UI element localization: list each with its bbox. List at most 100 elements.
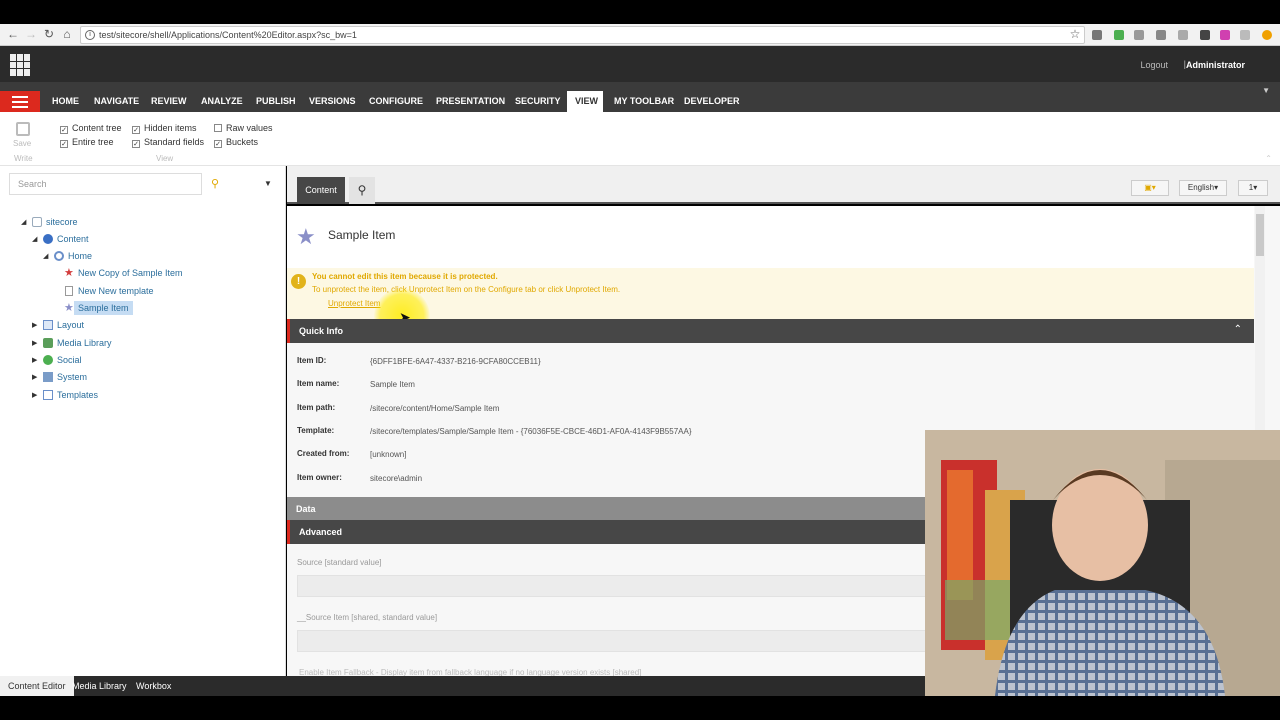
bookmark-star-icon[interactable]: ☆ <box>1068 27 1082 41</box>
extension-icon[interactable] <box>1200 30 1210 40</box>
tree-item-media-library[interactable]: Media Library <box>57 336 112 350</box>
reload-icon[interactable]: ↻ <box>42 27 56 41</box>
extension-icon[interactable] <box>1240 30 1250 40</box>
chevron-up-icon[interactable]: ⌃ <box>1234 324 1242 335</box>
tab-analyze[interactable]: ANALYZE <box>193 91 251 112</box>
save-icon[interactable] <box>16 122 30 136</box>
tab-workbox[interactable]: Workbox <box>128 676 179 696</box>
tab-review[interactable]: REVIEW <box>143 91 195 112</box>
item-path-value: /sitecore/content/Home/Sample Item <box>370 404 500 413</box>
checkbox-raw-values[interactable]: Raw values <box>214 123 273 134</box>
collapse-icon[interactable]: ◢ <box>32 235 37 243</box>
templates-icon <box>43 390 53 400</box>
sitecore-logo-icon[interactable] <box>10 54 32 76</box>
content-tree-pane <box>0 166 286 676</box>
field-label: Item name: <box>297 379 340 388</box>
tab-view[interactable]: VIEW <box>567 91 603 112</box>
expand-icon[interactable]: ▶ <box>32 356 37 364</box>
extension-icon[interactable] <box>1220 30 1230 40</box>
field-label: Template: <box>297 426 335 435</box>
section-quick-info[interactable]: Quick Info <box>287 319 1254 343</box>
unprotect-item-link[interactable]: Unprotect Item <box>328 299 380 308</box>
ribbon-dropdown-icon[interactable]: ▼ <box>1262 86 1270 95</box>
warning-title: You cannot edit this item because it is … <box>312 272 498 281</box>
checkbox-buckets[interactable]: ✓ Buckets <box>214 137 258 148</box>
tree-item-home[interactable]: Home <box>68 249 92 263</box>
search-tab-icon[interactable]: ⚲ <box>349 177 375 204</box>
checkbox-hidden-items[interactable]: ✓ Hidden items <box>132 123 197 134</box>
media-icon <box>43 338 53 348</box>
tree-item-social[interactable]: Social <box>57 353 82 367</box>
search-icon[interactable]: ⚲ <box>211 177 219 190</box>
view-group-label: View <box>156 154 174 163</box>
field-label: Source [standard value] <box>297 558 382 567</box>
star-icon: ★ <box>296 224 316 249</box>
tab-media-library[interactable]: Media Library <box>64 676 135 696</box>
language-dropdown[interactable]: English▾ <box>1179 180 1227 196</box>
search-input[interactable]: Search <box>9 173 202 195</box>
tab-configure[interactable]: CONFIGURE <box>361 91 431 112</box>
scrollbar-thumb[interactable] <box>1256 214 1264 256</box>
tab-security[interactable]: SECURITY <box>507 91 569 112</box>
tree-item-sample-item[interactable]: Sample Item <box>74 301 133 315</box>
search-dropdown-icon[interactable]: ▼ <box>264 179 272 188</box>
expand-icon[interactable]: ▶ <box>32 373 37 381</box>
tree-item-sitecore[interactable]: sitecore <box>46 215 78 229</box>
tree-item-new-copy[interactable]: New Copy of Sample Item <box>78 266 183 280</box>
checkbox-content-tree[interactable]: ✓ Content tree <box>60 123 122 134</box>
tree-item-templates[interactable]: Templates <box>57 388 98 402</box>
tree-item-new-template[interactable]: New New template <box>78 284 154 298</box>
tree-item-content[interactable]: Content <box>57 232 89 246</box>
extension-icon[interactable] <box>1262 30 1272 40</box>
forward-icon[interactable]: → <box>24 27 38 41</box>
info-icon[interactable]: i <box>85 30 95 40</box>
sitecore-icon <box>32 217 42 227</box>
expand-icon[interactable]: ▶ <box>32 391 37 399</box>
tab-content-editor[interactable]: Content Editor <box>0 676 74 696</box>
item-id-value: {6DFF1BFE-6A47-4337-B216-9CFA80CCEB11} <box>370 357 541 366</box>
save-button[interactable]: Save <box>13 139 31 148</box>
bookmark-dropdown-button[interactable]: ▣▾ <box>1131 180 1169 196</box>
template-value[interactable]: /sitecore/templates/Sample/Sample Item -… <box>370 427 692 436</box>
field-label: Item owner: <box>297 473 342 482</box>
globe-icon <box>54 251 64 261</box>
star-icon: ★ <box>64 267 74 279</box>
expand-icon[interactable]: ▶ <box>32 321 37 329</box>
collapse-icon[interactable]: ◢ <box>21 218 26 226</box>
collapse-ribbon-icon[interactable]: ⌃ <box>1265 154 1272 163</box>
tab-versions[interactable]: VERSIONS <box>301 91 364 112</box>
home-icon[interactable]: ⌂ <box>60 27 74 41</box>
user-name[interactable]: Administrator <box>1186 60 1245 70</box>
expand-icon[interactable]: ▶ <box>32 339 37 347</box>
tree-item-system[interactable]: System <box>57 370 87 384</box>
browser-toolbar: ← → ↻ ⌂ i test/sitecore/shell/Applicatio… <box>0 24 1280 46</box>
checkbox-entire-tree[interactable]: ✓ Entire tree <box>60 137 114 148</box>
back-icon[interactable]: ← <box>6 27 20 41</box>
fallback-checkbox-label[interactable]: Enable Item Fallback - Display item from… <box>299 668 641 676</box>
ribbon-panel: Save Write ✓ Content tree ✓ Entire tree ✓ H… <box>0 112 1280 166</box>
version-dropdown[interactable]: 1▾ <box>1238 180 1268 196</box>
field-label: Item ID: <box>297 356 327 365</box>
social-icon <box>43 355 53 365</box>
tab-content[interactable]: Content <box>297 177 345 204</box>
tab-presentation[interactable]: PRESENTATION <box>428 91 513 112</box>
url-text: test/sitecore/shell/Applications/Content… <box>99 30 357 40</box>
checkbox-standard-fields[interactable]: ✓ Standard fields <box>132 137 204 148</box>
tab-publish[interactable]: PUBLISH <box>248 91 304 112</box>
camera-extension-icon[interactable] <box>1156 30 1166 40</box>
menu-icon[interactable] <box>0 91 40 112</box>
item-owner-value: sitecore\admin <box>370 474 423 483</box>
field-label: __Source Item [shared, standard value] <box>297 613 438 622</box>
collapse-icon[interactable]: ◢ <box>43 252 48 260</box>
extension-icon[interactable] <box>1178 30 1188 40</box>
extension-icon[interactable] <box>1114 30 1124 40</box>
logout-link[interactable]: Logout <box>1140 60 1168 70</box>
extension-icon[interactable] <box>1134 30 1144 40</box>
tab-home[interactable]: HOME <box>44 91 87 112</box>
tab-developer[interactable]: DEVELOPER <box>676 91 748 112</box>
tab-navigate[interactable]: NAVIGATE <box>86 91 147 112</box>
tree-item-layout[interactable]: Layout <box>57 318 84 332</box>
address-bar[interactable]: i test/sitecore/shell/Applications/Conte… <box>80 26 1085 44</box>
extension-icon[interactable] <box>1092 30 1102 40</box>
tab-my-toolbar[interactable]: MY TOOLBAR <box>606 91 682 112</box>
